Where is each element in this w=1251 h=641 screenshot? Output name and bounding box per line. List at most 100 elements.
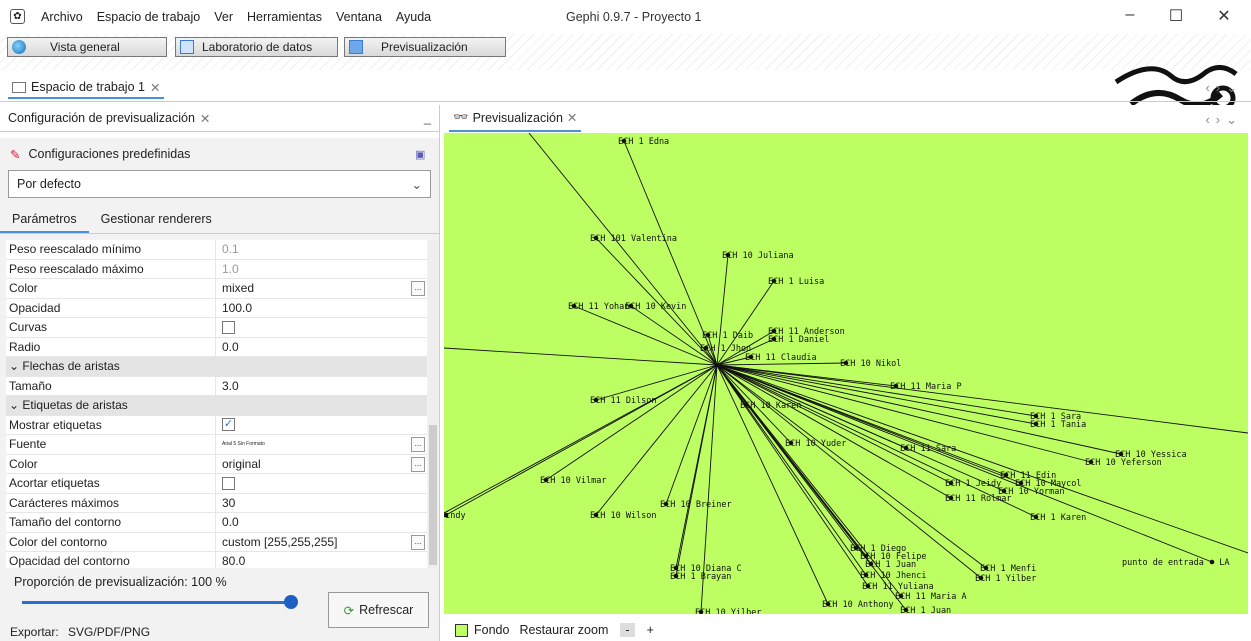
node-label: ECH 1 Juan	[900, 606, 951, 614]
tab-gestionar-renderers[interactable]: Gestionar renderers	[89, 206, 224, 233]
edge	[675, 364, 718, 577]
node-label: ECH 11 Sara	[900, 444, 956, 454]
property-value[interactable]	[216, 318, 427, 337]
properties-scrollbar[interactable]	[428, 240, 438, 568]
minimize-icon[interactable]: –	[1120, 6, 1140, 24]
node-label: punto de entrada - LA	[1122, 558, 1229, 568]
menu-ayuda[interactable]: Ayuda	[389, 10, 438, 24]
edge	[595, 364, 718, 401]
checkbox[interactable]	[222, 320, 235, 334]
property-value[interactable]: 30	[216, 494, 427, 513]
node-label: ECH 1 Karen	[1030, 513, 1086, 523]
property-name: Fuente	[6, 435, 216, 454]
property-value[interactable]: 0.0	[216, 513, 427, 532]
checkbox[interactable]	[222, 476, 235, 490]
data-laboratory-button[interactable]: Laboratorio de datos	[175, 37, 338, 57]
property-value-text: 3.0	[222, 378, 239, 393]
export-formats-link[interactable]: SVG/PDF/PNG	[68, 625, 150, 639]
property-value[interactable]: ✓	[216, 416, 427, 435]
node-label: ECH 11 Rolmar	[945, 494, 1012, 504]
property-name: Opacidad del contorno	[6, 552, 216, 568]
menu-herramientas[interactable]: Herramientas	[240, 10, 329, 24]
property-row: Peso reescalado mínimo 0.1	[6, 240, 427, 260]
property-value[interactable]: 0.1	[216, 240, 427, 259]
workspace-tab[interactable]: Espacio de trabajo 1 ✕	[8, 77, 165, 99]
node-label: ECH 1 Jhon	[700, 344, 751, 354]
property-category[interactable]: ⌄ Etiquetas de aristas	[6, 396, 427, 416]
maximize-icon[interactable]: ☐	[1166, 6, 1186, 26]
node-label: ECH 10 Yeferson	[1085, 458, 1162, 468]
preview-settings-header: Configuración de previsualización ✕ _	[0, 105, 439, 132]
edge	[444, 347, 718, 366]
preset-select[interactable]: Por defecto ⌄	[8, 170, 431, 198]
property-value[interactable]: 0.0	[216, 338, 427, 357]
minimize-panel-icon[interactable]: _	[424, 111, 431, 125]
property-value[interactable]: 100.0	[216, 299, 427, 318]
property-name: Peso reescalado mínimo	[6, 240, 216, 259]
node-label: ECH 11 Maria A	[895, 592, 967, 602]
close-preview-tab-icon[interactable]: ✕	[567, 110, 577, 125]
property-value[interactable]: custom [255,255,255]...	[216, 533, 427, 552]
slider-knob[interactable]	[284, 595, 298, 609]
graph-svg: ECH 1 Edna ECH 101 Valentina ECH 10 Julian…	[444, 133, 1248, 614]
menu-archivo[interactable]: Archivo	[34, 10, 90, 24]
property-value[interactable]: original...	[216, 455, 427, 474]
overview-button[interactable]: Vista general	[7, 37, 167, 57]
property-row: Opacidad del contorno 80.0	[6, 552, 427, 568]
gephi-app-icon: ✿	[10, 9, 25, 24]
property-value[interactable]	[216, 474, 427, 493]
close-icon[interactable]: ✕	[1214, 6, 1234, 26]
menu-ventana[interactable]: Ventana	[329, 10, 389, 24]
property-name: Mostrar etiquetas	[6, 415, 216, 434]
preview-bottom-bar: Fondo Restaurar zoom - +	[441, 619, 654, 641]
property-name: Acortar etiquetas	[6, 474, 216, 493]
node-label: ECH 10 Breiner	[660, 500, 732, 510]
node-label: ECH 10 Yilber	[695, 608, 762, 614]
category-label: ⌄ Etiquetas de aristas	[9, 398, 128, 413]
menu-espacio-de-trabajo[interactable]: Espacio de trabajo	[90, 10, 208, 24]
export-row: Exportar: SVG/PDF/PNG	[10, 625, 151, 639]
node-label: ECH 1 Brayan	[670, 572, 731, 582]
node-label: ECH 1 Yilber	[975, 574, 1036, 584]
property-value[interactable]: 3.0	[216, 377, 427, 396]
background-color-swatch[interactable]	[455, 623, 468, 637]
ellipsis-button[interactable]: ...	[411, 456, 425, 472]
node-label: ECH 10 Yuder	[785, 439, 846, 449]
zoom-out-button[interactable]: -	[620, 623, 635, 637]
property-category[interactable]: ⌄ Flechas de aristas	[6, 357, 427, 377]
tab-parametros[interactable]: Parámetros	[0, 206, 89, 233]
pencil-icon: ✎	[10, 147, 21, 162]
tab-navigation-icon[interactable]: ‹›⌄	[1205, 80, 1243, 96]
scrollbar-thumb[interactable]	[429, 425, 437, 565]
node-label: ECH 1 Tania	[1030, 420, 1086, 430]
preview-tab-navigation-icon[interactable]: ‹›⌄	[1205, 112, 1243, 128]
node-label: ECH 101 Valentina	[590, 234, 677, 244]
chevron-down-icon: ⌄	[411, 177, 422, 192]
preview-mode-button[interactable]: Previsualización	[344, 37, 506, 57]
property-value[interactable]: 80.0	[216, 552, 427, 568]
property-name: Peso reescalado máximo	[6, 259, 216, 278]
graph-preview-canvas[interactable]: ECH 1 Edna ECH 101 Valentina ECH 10 Julian…	[444, 133, 1248, 614]
property-value[interactable]: 1.0	[216, 260, 427, 279]
restore-zoom-button[interactable]: Restaurar zoom	[519, 623, 608, 637]
edge	[445, 364, 718, 516]
property-value[interactable]: Arial 5 Sin Formato...	[216, 435, 427, 454]
menu-bar: Archivo Espacio de trabajo Ver Herramien…	[34, 10, 438, 24]
ellipsis-button[interactable]: ...	[411, 281, 425, 296]
preview-ratio-slider[interactable]	[22, 601, 292, 604]
node-label: ECH 10 Vilmar	[540, 476, 607, 486]
menu-ver[interactable]: Ver	[207, 10, 240, 24]
preview-glasses-icon: 👓	[453, 110, 469, 124]
property-row: Fuente Arial 5 Sin Formato...	[6, 435, 427, 455]
ellipsis-button[interactable]: ...	[411, 534, 425, 550]
close-panel-icon[interactable]: ✕	[200, 111, 210, 126]
refresh-button[interactable]: ⟳ Refrescar	[328, 592, 429, 628]
save-preset-icon[interactable]: ▣	[415, 148, 425, 161]
zoom-in-button[interactable]: +	[647, 623, 654, 637]
property-value[interactable]: mixed...	[216, 279, 427, 298]
ellipsis-button[interactable]: ...	[411, 437, 425, 452]
preview-tab[interactable]: 👓 Previsualización ✕	[449, 105, 582, 132]
property-name: Tamaño del contorno	[6, 513, 216, 532]
close-tab-icon[interactable]: ✕	[150, 80, 160, 95]
checkbox[interactable]: ✓	[222, 418, 235, 432]
